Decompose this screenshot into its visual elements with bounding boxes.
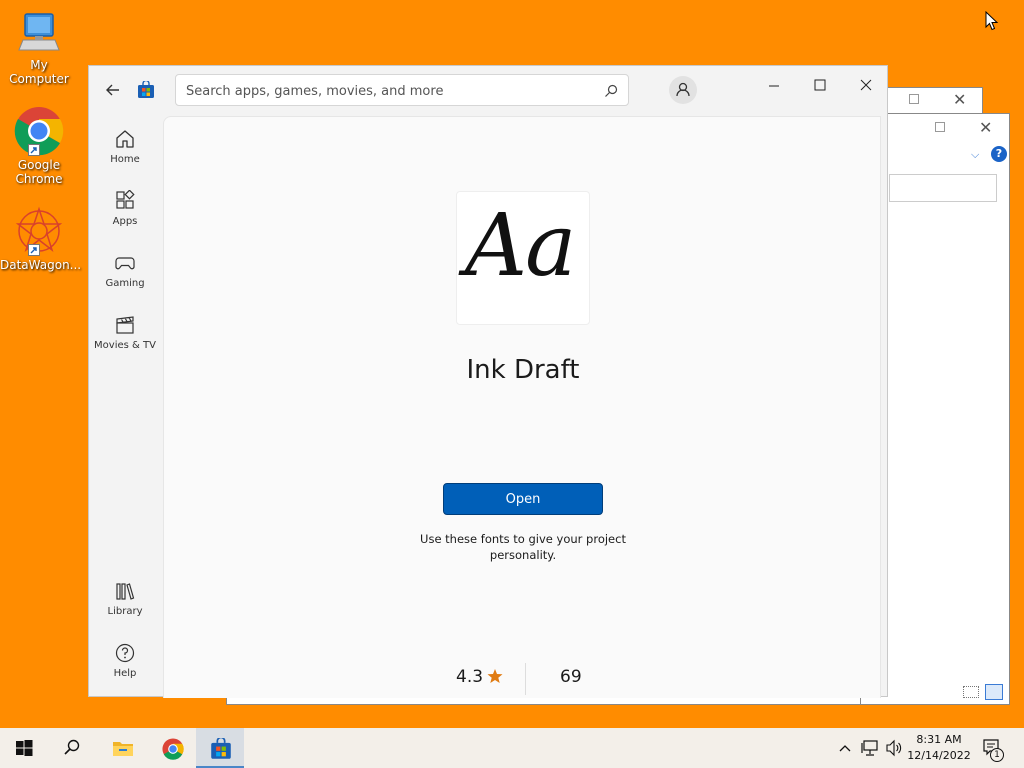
desktop-icon-label: Google Chrome bbox=[15, 158, 63, 186]
sidebar-item-gaming[interactable]: Gaming bbox=[93, 244, 157, 300]
chrome-icon bbox=[162, 738, 184, 760]
desktop-icon-google-chrome[interactable]: Google Chrome bbox=[0, 106, 78, 186]
shortcut-arrow-icon bbox=[28, 244, 40, 256]
help-icon bbox=[115, 643, 135, 663]
sidebar-item-movies-tv[interactable]: Movies & TV bbox=[93, 306, 157, 362]
show-hidden-icons-button[interactable] bbox=[838, 728, 856, 768]
sidebar-item-apps[interactable]: Apps bbox=[93, 182, 157, 238]
windows-logo-icon bbox=[16, 740, 33, 756]
action-center-button[interactable]: 1 bbox=[980, 728, 1008, 768]
clock-time: 8:31 AM bbox=[916, 733, 962, 746]
home-icon bbox=[116, 130, 134, 148]
taskbar-clock[interactable]: 8:31 AM 12/14/2022 bbox=[904, 732, 974, 764]
close-icon[interactable]: ✕ bbox=[953, 90, 966, 109]
clapperboard-icon bbox=[116, 316, 134, 334]
network-status[interactable] bbox=[860, 728, 882, 768]
close-button[interactable] bbox=[843, 70, 889, 100]
clock-date: 12/14/2022 bbox=[907, 749, 971, 762]
sidebar-item-home[interactable]: Home bbox=[93, 120, 157, 176]
rating[interactable]: 4.3 bbox=[456, 667, 503, 687]
maximize-icon[interactable] bbox=[909, 94, 919, 104]
sidebar-item-help[interactable]: Help bbox=[93, 634, 157, 690]
minimize-icon bbox=[769, 85, 779, 87]
network-icon bbox=[861, 740, 878, 756]
shortcut-arrow-icon bbox=[28, 144, 40, 156]
store-logo-icon bbox=[211, 738, 231, 759]
address-field[interactable] bbox=[889, 174, 997, 202]
taskbar-microsoft-store[interactable] bbox=[196, 728, 244, 768]
maximize-icon bbox=[814, 79, 826, 91]
close-icon[interactable]: ✕ bbox=[979, 118, 992, 137]
search-input[interactable] bbox=[186, 81, 596, 101]
search-icon bbox=[64, 739, 80, 755]
chrome-icon bbox=[14, 106, 64, 156]
open-button[interactable]: Open bbox=[443, 483, 603, 515]
sidebar-item-label: Gaming bbox=[105, 278, 145, 289]
chevron-up-icon bbox=[839, 745, 851, 752]
store-window: Home Apps Gaming Movies & TV Library Hel… bbox=[88, 65, 888, 698]
desktop-icon-label: My Computer bbox=[9, 58, 69, 86]
sidebar-nav: Home Apps Gaming Movies & TV Library Hel… bbox=[89, 116, 161, 696]
help-icon[interactable]: ? bbox=[991, 146, 1007, 162]
sidebar-item-label: Library bbox=[107, 606, 143, 617]
apps-icon bbox=[116, 190, 135, 209]
app-logo: Aa bbox=[456, 191, 590, 325]
start-button[interactable] bbox=[0, 728, 48, 768]
search-box[interactable] bbox=[175, 74, 629, 106]
minimize-button[interactable] bbox=[751, 70, 797, 100]
sidebar-item-label: Movies & TV bbox=[94, 340, 156, 351]
sidebar-item-label: Apps bbox=[112, 216, 138, 227]
app-title: Ink Draft bbox=[466, 355, 580, 385]
app-description: Use these fonts to give your project per… bbox=[420, 532, 626, 562]
search-icon[interactable] bbox=[604, 83, 618, 102]
speaker-icon bbox=[886, 739, 902, 757]
datawagon-icon bbox=[14, 206, 64, 256]
desktop-icon-label: DataWagon... bbox=[0, 258, 82, 272]
taskbar: 8:31 AM 12/14/2022 1 bbox=[0, 728, 1024, 768]
app-logo-text: Aa bbox=[465, 196, 576, 296]
sidebar-item-label: Help bbox=[113, 668, 137, 679]
account-avatar-icon[interactable] bbox=[669, 76, 697, 104]
rating-count[interactable]: 69 bbox=[560, 667, 582, 687]
gamepad-icon bbox=[115, 257, 135, 270]
divider bbox=[525, 663, 526, 695]
mouse-cursor-icon bbox=[985, 11, 999, 31]
app-detail-panel: Aa Ink Draft Open Use these fonts to giv… bbox=[163, 116, 881, 698]
star-icon bbox=[487, 669, 503, 683]
preview-view-icon[interactable] bbox=[985, 684, 1003, 700]
chevron-down-icon[interactable]: ⌵ bbox=[971, 148, 979, 162]
taskbar-chrome[interactable] bbox=[148, 728, 196, 768]
computer-icon bbox=[15, 10, 63, 56]
title-bar bbox=[89, 66, 887, 116]
rating-value: 4.3 bbox=[456, 667, 484, 687]
notification-count-badge: 1 bbox=[990, 748, 1004, 762]
store-logo-icon bbox=[137, 79, 155, 99]
close-icon bbox=[860, 79, 872, 91]
taskbar-search-button[interactable] bbox=[48, 728, 96, 768]
taskbar-file-explorer[interactable] bbox=[98, 728, 146, 768]
maximize-icon[interactable] bbox=[935, 122, 945, 132]
maximize-button[interactable] bbox=[797, 70, 843, 100]
desktop-icon-datawagon[interactable]: DataWagon... bbox=[0, 206, 82, 272]
desktop-icon-my-computer[interactable]: My Computer bbox=[0, 10, 78, 86]
folder-icon bbox=[113, 742, 133, 756]
sidebar-item-label: Home bbox=[110, 154, 140, 165]
sidebar-item-library[interactable]: Library bbox=[93, 572, 157, 628]
volume-control[interactable] bbox=[884, 728, 904, 768]
back-arrow-icon[interactable] bbox=[103, 80, 123, 100]
details-view-icon[interactable] bbox=[963, 686, 979, 698]
library-icon bbox=[116, 583, 135, 600]
